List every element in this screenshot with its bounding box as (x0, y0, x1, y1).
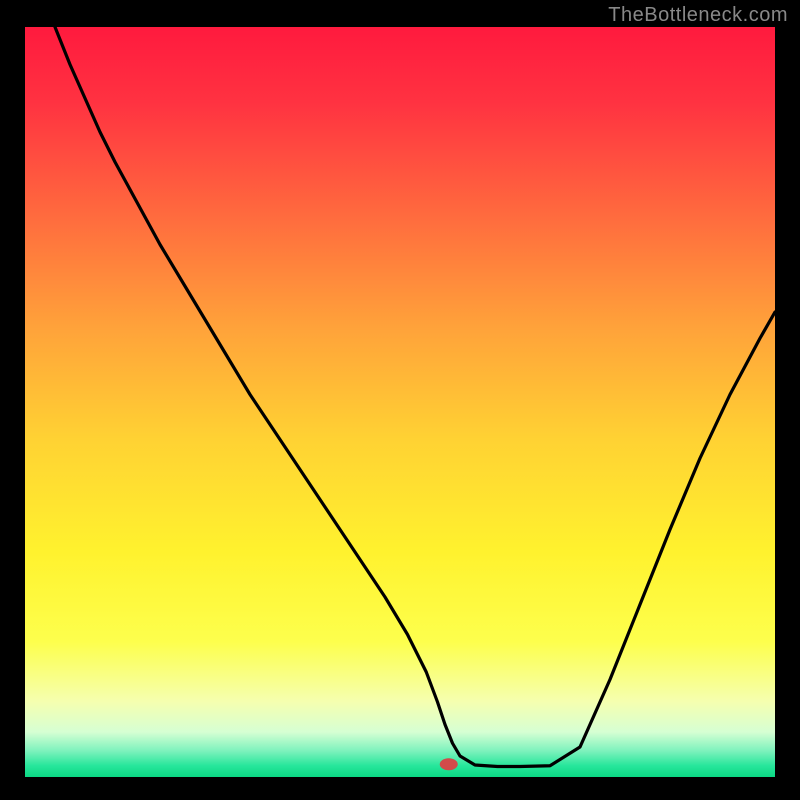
watermark-text: TheBottleneck.com (608, 4, 788, 27)
gradient-background (25, 27, 775, 777)
chart-frame: TheBottleneck.com (0, 0, 800, 800)
min-point-marker (440, 758, 458, 770)
bottleneck-chart (25, 27, 775, 777)
plot-area (25, 27, 775, 777)
